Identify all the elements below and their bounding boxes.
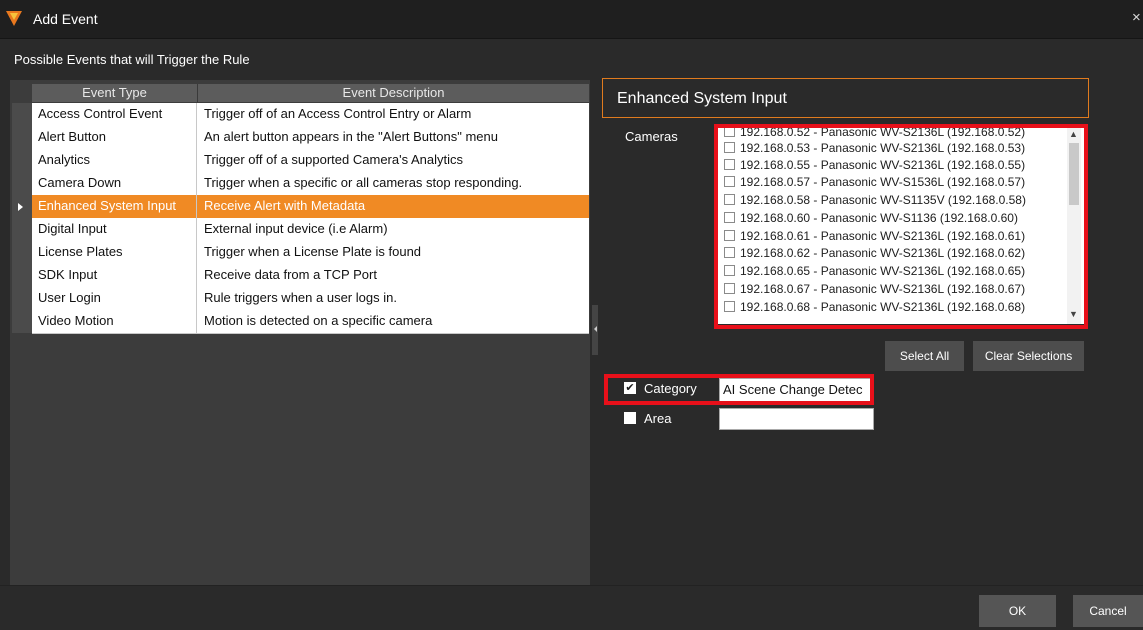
event-row-enhanced-system-input[interactable]: Enhanced System Input Receive Alert with… [32, 195, 589, 219]
footer-separator [0, 585, 1143, 586]
event-type-cell: SDK Input [32, 264, 197, 287]
close-icon[interactable]: × [1132, 9, 1141, 26]
event-row-analytics[interactable]: Analytics Trigger off of a supported Cam… [32, 149, 589, 173]
row-pointer-icon [18, 203, 23, 211]
column-header-event-type[interactable]: Event Type [32, 84, 198, 102]
detail-header: Enhanced System Input [602, 78, 1089, 118]
event-row-digital-input[interactable]: Digital Input External input device (i.e… [32, 218, 589, 242]
event-row-video-motion[interactable]: Video Motion Motion is detected on a spe… [32, 310, 589, 334]
cameras-label: Cameras [625, 129, 678, 144]
event-type-cell: User Login [32, 287, 197, 310]
area-input[interactable] [719, 408, 874, 430]
event-description-cell: Trigger off of a supported Camera's Anal… [204, 152, 463, 167]
event-row-alert-button[interactable]: Alert Button An alert button appears in … [32, 126, 589, 150]
event-description-cell: Receive data from a TCP Port [204, 267, 377, 282]
event-row-license-plates[interactable]: License Plates Trigger when a License Pl… [32, 241, 589, 265]
event-row-access-control[interactable]: Access Control Event Trigger off of an A… [32, 103, 589, 127]
ok-button[interactable]: OK [979, 595, 1056, 627]
event-type-cell: Enhanced System Input [32, 195, 197, 218]
event-type-cell: Camera Down [32, 172, 197, 195]
event-description-cell: An alert button appears in the "Alert Bu… [204, 129, 498, 144]
column-header-event-description[interactable]: Event Description [198, 84, 590, 102]
clear-selections-button[interactable]: Clear Selections [973, 341, 1084, 371]
area-checkbox[interactable] [624, 412, 636, 424]
event-type-cell: Analytics [32, 149, 197, 172]
app-logo-icon [6, 11, 22, 26]
section-label: Possible Events that will Trigger the Ru… [14, 52, 250, 67]
event-type-cell: Digital Input [32, 218, 197, 241]
event-description-cell: Rule triggers when a user logs in. [204, 290, 397, 305]
event-description-cell: Trigger when a specific or all cameras s… [204, 175, 523, 190]
select-all-button[interactable]: Select All [885, 341, 964, 371]
area-label: Area [644, 411, 672, 426]
event-type-cell: Video Motion [32, 310, 197, 333]
category-highlight [604, 374, 874, 405]
event-type-cell: License Plates [32, 241, 197, 264]
event-type-cell: Access Control Event [32, 103, 197, 126]
event-description-cell: Trigger off of an Access Control Entry o… [204, 106, 472, 121]
detail-title: Enhanced System Input [617, 90, 787, 107]
event-row-sdk-input[interactable]: SDK Input Receive data from a TCP Port [32, 264, 589, 288]
cancel-button[interactable]: Cancel [1073, 595, 1143, 627]
event-description-cell: Trigger when a License Plate is found [204, 244, 422, 259]
event-type-cell: Alert Button [32, 126, 197, 149]
event-row-camera-down[interactable]: Camera Down Trigger when a specific or a… [32, 172, 589, 196]
row-header-gutter [12, 103, 32, 333]
event-row-user-login[interactable]: User Login Rule triggers when a user log… [32, 287, 589, 311]
event-description-cell: External input device (i.e Alarm) [204, 221, 388, 236]
camera-list-highlight [714, 124, 1088, 329]
splitter-arrow-icon [594, 326, 597, 332]
event-description-cell: Motion is detected on a specific camera [204, 313, 433, 328]
window-title: Add Event [33, 11, 98, 27]
event-description-cell: Receive Alert with Metadata [204, 198, 366, 213]
title-bar: Add Event × [0, 0, 1143, 39]
